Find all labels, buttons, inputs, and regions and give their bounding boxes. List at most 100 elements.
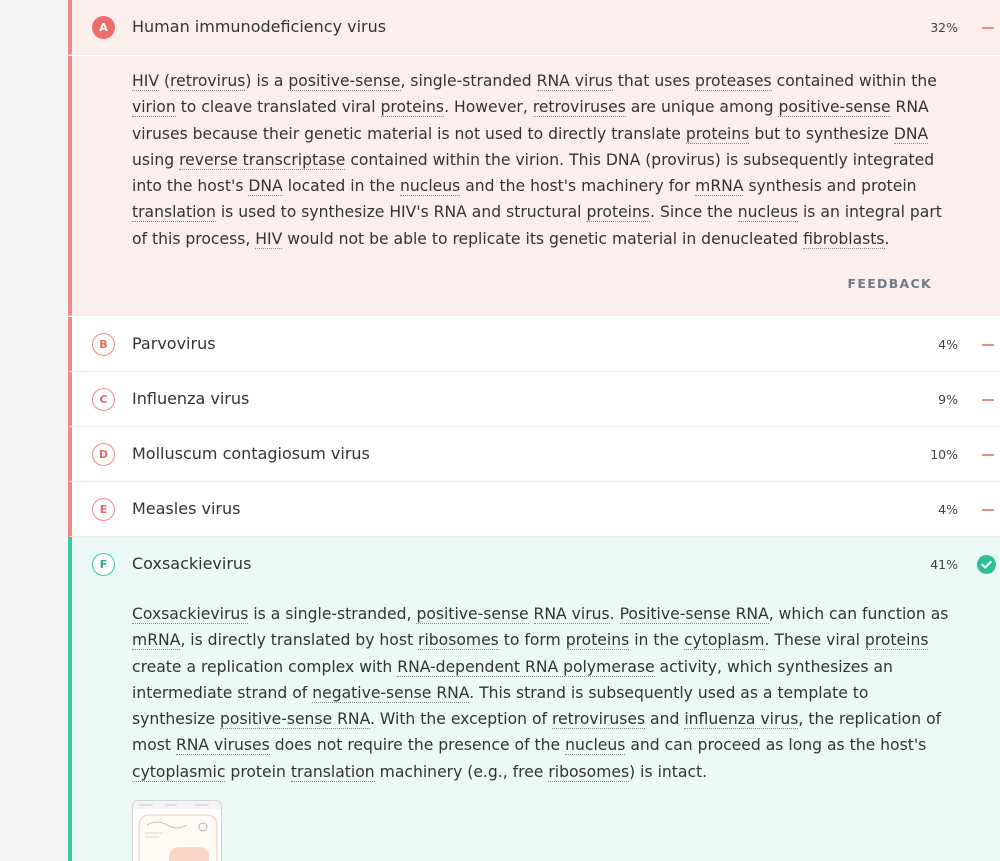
explanation-text-fragment: ) is intact.: [629, 762, 708, 781]
glossary-link[interactable]: retroviruses: [551, 710, 646, 730]
minus-icon: [982, 399, 994, 401]
answer-option-e[interactable]: E Measles virus 4%: [68, 482, 1000, 537]
explanation-text-fragment: . However,: [444, 98, 533, 117]
option-percentage: 4%: [938, 502, 958, 517]
option-label: Parvovirus: [132, 334, 216, 353]
glossary-link[interactable]: reverse transcriptase: [179, 150, 346, 170]
glossary-link[interactable]: translation: [290, 762, 375, 782]
explanation-text-fragment: (: [159, 72, 171, 90]
answer-option-b[interactable]: B Parvovirus 4%: [68, 317, 1000, 372]
option-letter-badge: F: [92, 553, 115, 576]
option-label: Influenza virus: [132, 389, 250, 408]
explanation-text-fragment: and the host's machinery for: [460, 177, 696, 196]
minus-icon: [982, 509, 994, 511]
option-letter-badge: D: [92, 443, 115, 466]
glossary-link[interactable]: positive-sense: [288, 72, 401, 91]
explanation-text-fragment: . These viral: [764, 631, 865, 650]
glossary-link[interactable]: RNA virus: [533, 605, 610, 624]
option-letter-badge: B: [92, 333, 115, 356]
explanation-text-fragment: , which can function as: [768, 605, 949, 623]
explanation-text-fragment: [529, 605, 534, 623]
option-percentage: 41%: [930, 557, 958, 572]
answer-option-f[interactable]: F Coxsackievirus 41%: [68, 537, 1000, 592]
glossary-link[interactable]: translation: [132, 203, 216, 223]
glossary-link[interactable]: proteins: [380, 98, 445, 118]
check-circle-icon: [977, 555, 996, 574]
explanation-text-fragment: .: [609, 605, 620, 623]
glossary-link[interactable]: DNA: [893, 124, 929, 144]
explanation-text-fragment: to form: [498, 631, 566, 650]
glossary-link[interactable]: virion: [132, 98, 176, 118]
explanation-text-fragment: and can proceed as long as the host's: [625, 736, 927, 755]
glossary-link[interactable]: nucleus: [737, 203, 799, 223]
glossary-link[interactable]: DNA: [248, 177, 283, 197]
glossary-link[interactable]: HIV: [132, 72, 159, 91]
glossary-link[interactable]: ribosomes: [418, 631, 499, 651]
explanation-option-f: Coxsackievirus is a single-stranded, pos…: [68, 591, 1000, 861]
glossary-link[interactable]: Positive-sense RNA: [619, 605, 769, 624]
glossary-link[interactable]: cytoplasmic: [132, 762, 226, 782]
glossary-link[interactable]: RNA-dependent RNA polymerase: [397, 657, 655, 677]
glossary-link[interactable]: nucleus: [565, 736, 626, 756]
glossary-link[interactable]: nucleus: [400, 177, 461, 197]
glossary-link[interactable]: fibroblasts: [803, 229, 885, 249]
diagram-thumbnail[interactable]: [132, 800, 222, 861]
glossary-link[interactable]: positive-sense: [778, 98, 891, 118]
explanation-text-fragment: . With the exception of: [370, 710, 552, 729]
feedback-button[interactable]: FEEDBACK: [848, 276, 932, 291]
glossary-link[interactable]: cytoplasm: [683, 631, 765, 651]
minus-icon: [982, 27, 994, 29]
glossary-link[interactable]: RNA virus: [536, 72, 613, 91]
glossary-link[interactable]: HIV: [255, 229, 283, 249]
answer-option-c[interactable]: C Influenza virus 9%: [68, 372, 1000, 427]
minus-icon: [982, 454, 994, 456]
option-percentage: 32%: [930, 20, 958, 35]
explanation-text-fragment: machinery (e.g., free: [374, 762, 549, 781]
explanation-text-fragment: that uses: [612, 72, 696, 90]
glossary-link[interactable]: influenza virus: [684, 710, 799, 730]
glossary-link[interactable]: mRNA: [132, 631, 181, 651]
option-percentage: 10%: [930, 447, 958, 462]
glossary-link[interactable]: positive-sense RNA: [220, 710, 370, 730]
explanation-option-a: HIV (retrovirus) is a positive-sense, si…: [68, 56, 1000, 316]
diagram-image-icon: [133, 801, 221, 861]
glossary-link[interactable]: proteins: [685, 124, 750, 144]
explanation-text-fragment: and: [645, 710, 685, 729]
glossary-link[interactable]: proteins: [565, 631, 630, 651]
option-label: Human immunodeficiency virus: [132, 17, 387, 36]
explanation-text-fragment: synthesis and protein: [743, 177, 917, 196]
glossary-link[interactable]: mRNA: [695, 177, 744, 197]
explanation-text-fragment: located in the: [282, 177, 400, 196]
explanation-text-fragment: would not be able to replicate its genet…: [282, 229, 804, 248]
glossary-link[interactable]: retroviruses: [532, 98, 626, 118]
glossary-link[interactable]: proteases: [695, 72, 772, 91]
glossary-link[interactable]: ribosomes: [548, 762, 630, 782]
explanation-text-fragment: contained within the: [771, 72, 937, 90]
explanation-text-fragment: ) is a: [245, 72, 289, 90]
explanation-text-fragment: . Since the: [650, 203, 738, 222]
explanation-text-fragment: are unique among: [625, 98, 779, 117]
glossary-link[interactable]: retrovirus: [170, 72, 246, 91]
option-letter-badge: C: [92, 388, 115, 411]
explanation-text-fragment: to cleave translated viral: [175, 98, 381, 117]
option-percentage: 4%: [938, 337, 958, 352]
explanation-text-fragment: but to synthesize: [749, 124, 894, 143]
option-letter-badge: E: [92, 498, 115, 521]
left-gutter: [0, 0, 68, 861]
answer-option-d[interactable]: D Molluscum contagiosum virus 10%: [68, 427, 1000, 482]
explanation-text-fragment: .: [884, 229, 890, 248]
glossary-link[interactable]: negative-sense RNA: [312, 683, 470, 703]
explanation-text-fragment: create a replication complex with: [132, 657, 398, 676]
explanation-text: HIV (retrovirus) is a positive-sense, si…: [132, 68, 952, 252]
answer-option-a[interactable]: A Human immunodeficiency virus 32%: [68, 0, 1000, 55]
glossary-link[interactable]: Coxsackievirus: [132, 605, 249, 624]
glossary-link[interactable]: positive-sense: [416, 605, 529, 624]
explanation-text-fragment: does not require the presence of the: [269, 736, 566, 755]
answer-panel: A Human immunodeficiency virus 32% HIV (…: [68, 0, 1000, 861]
option-percentage: 9%: [938, 392, 958, 407]
explanation-text-fragment: in the: [629, 631, 684, 650]
glossary-link[interactable]: proteins: [586, 203, 651, 223]
glossary-link[interactable]: RNA viruses: [175, 736, 270, 756]
glossary-link[interactable]: proteins: [864, 631, 929, 651]
explanation-text-fragment: is a single-stranded,: [248, 605, 417, 623]
